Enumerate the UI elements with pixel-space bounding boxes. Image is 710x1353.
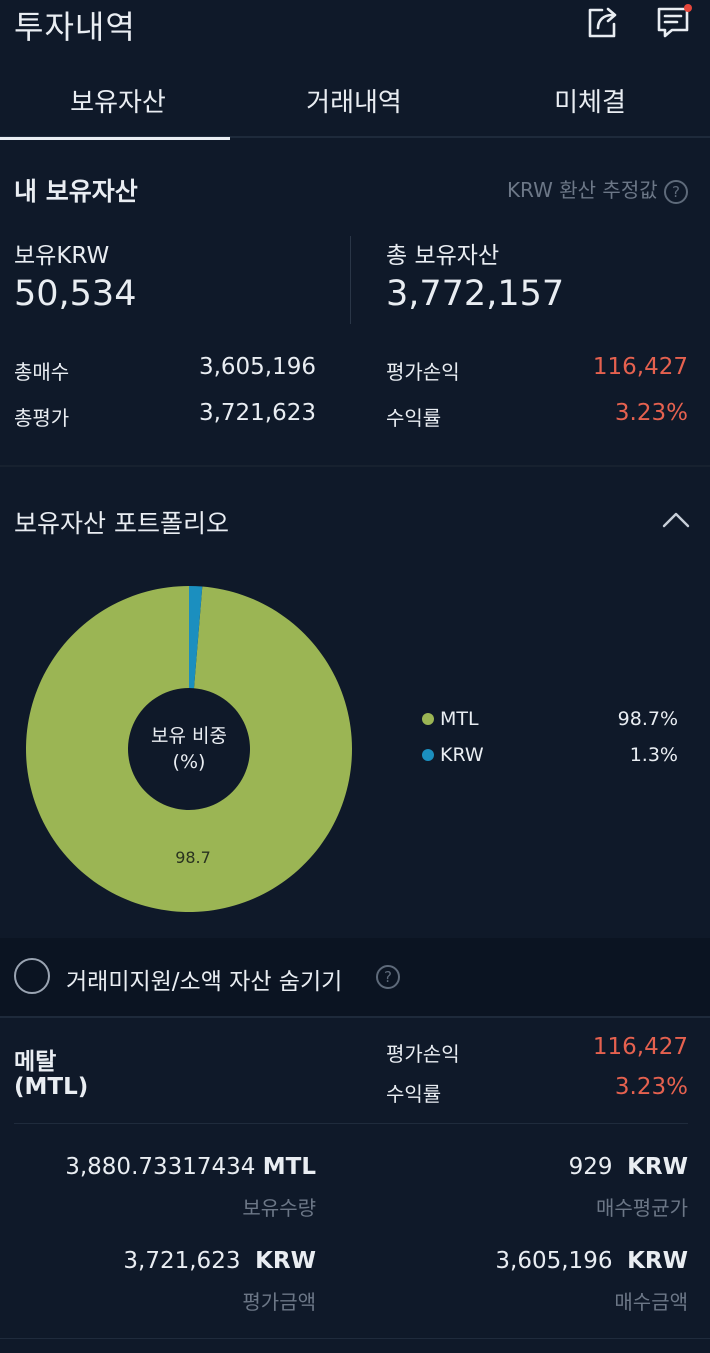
divider — [14, 1123, 688, 1124]
holding-quantity: 3,880.73317434 MTL — [65, 1154, 316, 1180]
asset-card-mtl[interactable]: 메탈 (MTL) 평가손익 116,427 수익률 3.23% 3,880.73… — [0, 1018, 710, 1353]
legend-item-krw: KRW 1.3% — [420, 744, 690, 774]
krw-label: 보유KRW — [14, 243, 110, 269]
eval-amount-label: 평가금액 — [242, 1290, 316, 1314]
return-value: 3.23% — [614, 400, 688, 426]
tab-bar: 보유자산 거래내역 미체결 — [0, 62, 710, 140]
buy-amount-unit: KRW — [627, 1248, 688, 1274]
slice-data-label: 98.7 — [175, 848, 211, 867]
tab-pending-orders[interactable]: 미체결 — [472, 62, 708, 138]
avg-price-label: 매수평균가 — [596, 1196, 688, 1220]
avg-price-unit: KRW — [627, 1154, 688, 1180]
app-header: 투자내역 — [0, 0, 710, 60]
chart-center-label-1: 보유 비중 — [151, 725, 227, 747]
total-assets-label: 총 보유자산 — [386, 243, 500, 269]
share-icon[interactable] — [582, 2, 622, 42]
holdings-summary: 내 보유자산 KRW 환산 추정값 ? 보유KRW 50,534 총 보유자산 … — [0, 140, 710, 467]
buy-total-label: 총매수 — [14, 360, 70, 384]
tab-holdings[interactable]: 보유자산 — [0, 62, 236, 140]
krw-value: 50,534 — [14, 274, 137, 314]
buy-amount: 3,605,196 KRW — [495, 1248, 688, 1274]
hide-small-assets-radio[interactable] — [14, 958, 50, 994]
portfolio-donut-chart: 보유 비중 (%) 98.7 — [26, 586, 353, 912]
help-icon[interactable]: ? — [376, 965, 400, 989]
eval-amount-unit: KRW — [255, 1248, 316, 1274]
portfolio-section: 보유자산 포트폴리오 보유 비중 (%) 98.7 MTL 98.7% KRW … — [0, 468, 710, 938]
page-title: 투자내역 — [14, 8, 136, 46]
tab-trade-history[interactable]: 거래내역 — [236, 62, 472, 138]
buy-amount-label: 매수금액 — [614, 1290, 688, 1314]
avg-price-value: 929 — [568, 1154, 613, 1180]
qty-unit: MTL — [262, 1154, 316, 1180]
krw-estimate-info[interactable]: KRW 환산 추정값 ? — [507, 174, 688, 204]
qty-value: 3,880.73317434 — [65, 1154, 256, 1180]
asset-return-label: 수익률 — [386, 1082, 442, 1106]
avg-buy-price: 929 KRW — [569, 1154, 688, 1180]
chart-center-label-2: (%) — [173, 751, 206, 773]
eval-total-label: 총평가 — [14, 406, 70, 430]
legend-percent: 1.3% — [629, 744, 678, 766]
chevron-up-icon[interactable] — [660, 506, 692, 534]
eval-amount: 3,721,623 KRW — [123, 1248, 316, 1274]
chat-icon[interactable] — [654, 2, 694, 42]
legend-item-mtl: MTL 98.7% — [420, 708, 690, 738]
eval-amount-value: 3,721,623 — [123, 1248, 241, 1274]
buy-total-value: 3,605,196 — [198, 354, 316, 380]
pnl-value: 116,427 — [592, 354, 688, 380]
legend-name: KRW — [440, 744, 484, 766]
buy-amount-value: 3,605,196 — [495, 1248, 613, 1274]
legend-name: MTL — [440, 708, 479, 730]
vertical-divider — [350, 236, 351, 324]
portfolio-title: 보유자산 포트폴리오 — [14, 509, 229, 538]
pnl-label: 평가손익 — [386, 360, 460, 384]
asset-symbol: (MTL) — [14, 1074, 89, 1100]
asset-pnl-label: 평가손익 — [386, 1042, 460, 1066]
summary-title: 내 보유자산 — [14, 177, 138, 206]
legend-percent: 98.7% — [617, 708, 678, 730]
legend-dot — [422, 713, 434, 725]
eval-total-value: 3,721,623 — [198, 400, 316, 426]
total-assets-value: 3,772,157 — [386, 274, 565, 314]
estimate-label: KRW 환산 추정값 — [506, 178, 658, 202]
asset-return-value: 3.23% — [614, 1074, 688, 1100]
hide-small-assets-row[interactable]: 거래미지원/소액 자산 숨기기 ? — [0, 938, 710, 1018]
return-label: 수익률 — [386, 406, 442, 430]
asset-name: 메탈 — [14, 1049, 57, 1075]
divider — [0, 1338, 710, 1339]
help-icon: ? — [664, 179, 688, 204]
asset-pnl-value: 116,427 — [592, 1034, 688, 1060]
qty-label: 보유수량 — [242, 1196, 316, 1220]
legend-dot — [422, 749, 434, 761]
hide-small-assets-label: 거래미지원/소액 자산 숨기기 — [66, 969, 343, 995]
